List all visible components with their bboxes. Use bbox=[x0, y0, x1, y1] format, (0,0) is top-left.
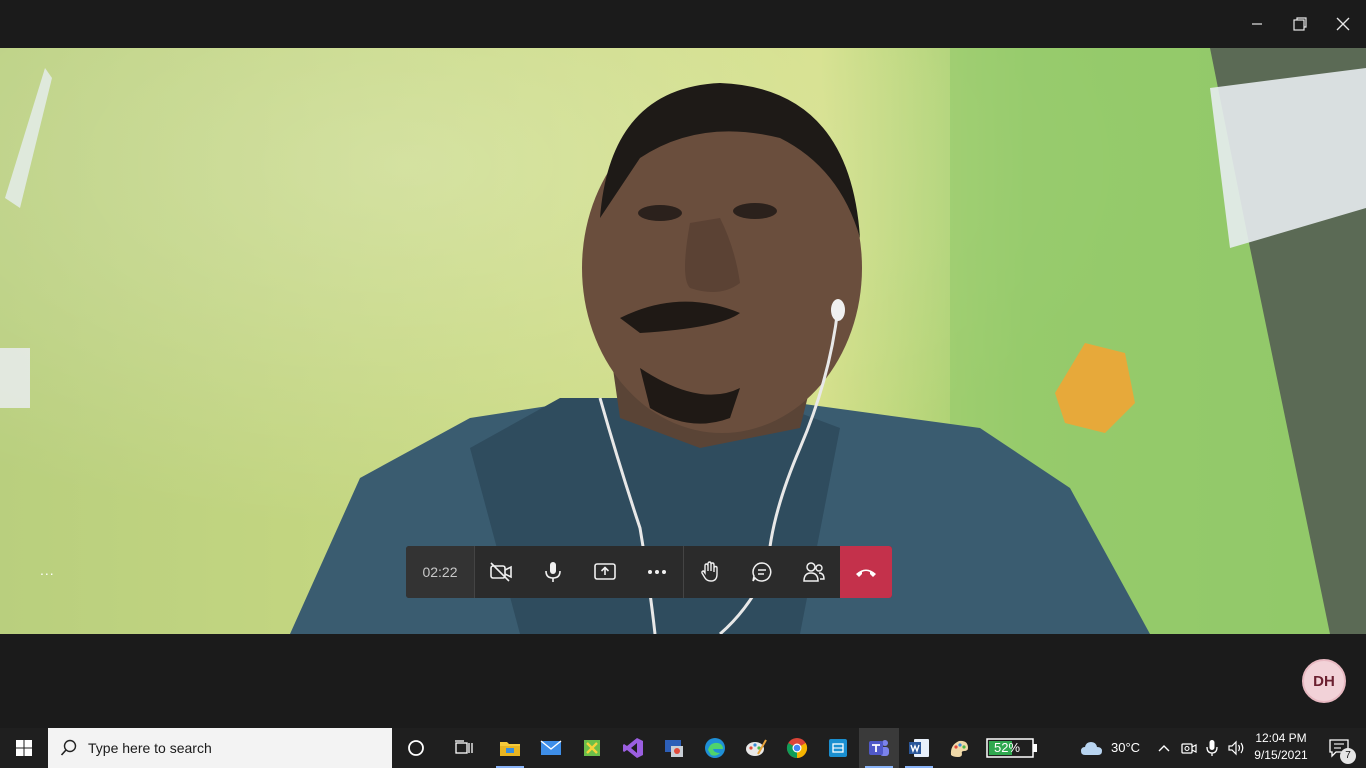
camera-toggle-button[interactable] bbox=[475, 546, 527, 598]
task-view-icon bbox=[455, 740, 473, 754]
participants-button[interactable] bbox=[788, 546, 840, 598]
taskbar-search[interactable]: Type here to search bbox=[48, 728, 392, 768]
taskbar: Type here to search 52% 30°C 12:04 PM 9/… bbox=[0, 728, 1366, 768]
app-icon bbox=[829, 739, 847, 757]
taskbar-edge[interactable] bbox=[695, 728, 735, 768]
teams-icon bbox=[869, 740, 889, 756]
volume-button[interactable] bbox=[1225, 728, 1249, 768]
call-timer: 02:22 bbox=[406, 546, 474, 598]
taskbar-word[interactable] bbox=[899, 728, 939, 768]
notifications-count: 7 bbox=[1340, 748, 1356, 764]
call-controls: 02:22 bbox=[406, 546, 892, 598]
weather-widget[interactable]: 30°C bbox=[1080, 728, 1148, 768]
participant-avatar[interactable]: DH bbox=[1302, 659, 1346, 703]
battery-indicator[interactable]: 52% bbox=[986, 738, 1038, 758]
search-placeholder: Type here to search bbox=[88, 740, 212, 756]
visual-studio-icon bbox=[623, 738, 643, 758]
restore-button[interactable] bbox=[1277, 0, 1323, 48]
file-explorer-icon bbox=[500, 742, 520, 756]
raise-hand-button[interactable] bbox=[684, 546, 736, 598]
share-screen-button[interactable] bbox=[579, 546, 631, 598]
overflow-dots[interactable]: ... bbox=[40, 562, 55, 578]
taskbar-paint[interactable] bbox=[736, 728, 776, 768]
taskbar-mail[interactable] bbox=[531, 728, 571, 768]
call-stage-footer bbox=[0, 634, 1366, 728]
taskbar-app[interactable] bbox=[818, 728, 858, 768]
raise-hand-icon bbox=[701, 561, 718, 582]
paint-icon bbox=[746, 739, 767, 756]
more-icon bbox=[648, 570, 666, 574]
app-icon bbox=[665, 740, 683, 757]
hang-up-button[interactable] bbox=[840, 546, 892, 598]
app-icon bbox=[584, 740, 600, 756]
share-screen-icon bbox=[594, 563, 616, 580]
taskbar-app[interactable] bbox=[572, 728, 612, 768]
camera-off-icon bbox=[490, 562, 512, 582]
more-actions-button[interactable] bbox=[631, 546, 683, 598]
taskbar-app[interactable] bbox=[654, 728, 694, 768]
chat-button[interactable] bbox=[736, 546, 788, 598]
weather-temp: 30°C bbox=[1111, 740, 1141, 755]
show-hidden-icons-button[interactable] bbox=[1154, 728, 1174, 768]
tray-microphone-button[interactable] bbox=[1201, 728, 1223, 768]
start-button[interactable] bbox=[0, 728, 48, 768]
camera-icon bbox=[1181, 743, 1197, 754]
taskbar-chrome[interactable] bbox=[777, 728, 817, 768]
notifications-button[interactable]: 7 bbox=[1316, 728, 1362, 768]
weather-cloud-icon bbox=[1081, 742, 1102, 755]
clock-time: 12:04 PM bbox=[1255, 731, 1307, 745]
clock-date: 9/15/2021 bbox=[1254, 748, 1308, 762]
word-icon bbox=[909, 739, 929, 757]
taskbar-teams[interactable] bbox=[859, 728, 899, 768]
participants-icon bbox=[803, 562, 825, 582]
close-icon bbox=[1336, 17, 1350, 31]
microphone-icon bbox=[1206, 740, 1218, 756]
taskbar-paint-app[interactable] bbox=[939, 728, 979, 768]
minimize-button[interactable] bbox=[1234, 0, 1280, 48]
search-icon bbox=[60, 739, 77, 756]
edge-icon bbox=[705, 738, 725, 758]
taskbar-file-explorer[interactable] bbox=[490, 728, 530, 768]
chevron-up-icon bbox=[1158, 745, 1170, 752]
cortana-icon bbox=[408, 740, 424, 756]
title-bar bbox=[0, 0, 1366, 48]
battery-percent: 52% bbox=[994, 740, 1021, 755]
windows-icon bbox=[16, 740, 32, 756]
close-button[interactable] bbox=[1320, 0, 1366, 48]
minimize-icon bbox=[1252, 23, 1262, 25]
restore-icon bbox=[1293, 17, 1307, 31]
mail-icon bbox=[540, 740, 562, 755]
microphone-button[interactable] bbox=[527, 546, 579, 598]
paint-icon bbox=[950, 740, 968, 757]
taskbar-clock[interactable]: 12:04 PM 9/15/2021 bbox=[1250, 730, 1312, 764]
hang-up-icon bbox=[856, 569, 876, 577]
taskbar-visual-studio[interactable] bbox=[613, 728, 653, 768]
volume-icon bbox=[1228, 740, 1244, 756]
chrome-icon bbox=[786, 738, 808, 759]
chat-icon bbox=[752, 562, 772, 582]
cortana-button[interactable] bbox=[396, 728, 436, 768]
tray-camera-button[interactable] bbox=[1178, 728, 1200, 768]
task-view-button[interactable] bbox=[444, 728, 484, 768]
microphone-icon bbox=[545, 562, 561, 582]
